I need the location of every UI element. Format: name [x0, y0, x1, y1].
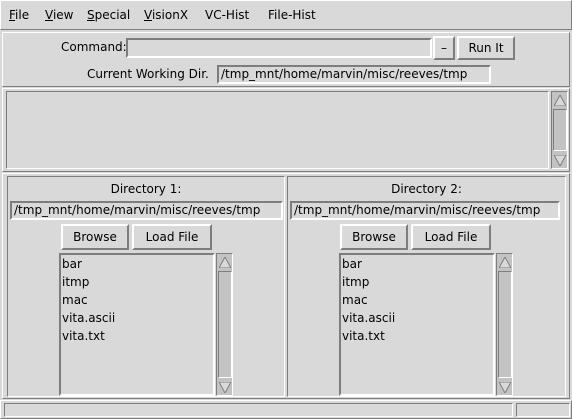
list-item[interactable]: vita.ascii	[341, 309, 493, 327]
status-message	[4, 403, 513, 417]
directory-1-browse-button[interactable]: Browse	[61, 224, 129, 250]
list-item[interactable]: vita.txt	[61, 327, 213, 345]
menu-bar: File View Special VisionX VC-Hist File-H…	[0, 0, 572, 30]
directory-2-panel: Directory 2: /tmp_mnt/home/marvin/misc/r…	[287, 176, 566, 397]
directory-1-load-file-button[interactable]: Load File	[132, 224, 212, 250]
directories-panel: Directory 1: /tmp_mnt/home/marvin/misc/r…	[2, 173, 570, 399]
command-panel: Command: – Run It Current Working Dir. /…	[2, 32, 570, 87]
up-arrow-icon[interactable]	[553, 93, 567, 107]
directory-2-scrollbar[interactable]	[496, 253, 513, 396]
directory-1-file-list[interactable]: bar itmp mac vita.ascii vita.txt	[59, 253, 215, 396]
directory-2-title: Directory 2:	[391, 182, 462, 196]
down-arrow-icon[interactable]	[553, 153, 567, 167]
output-scrollbar[interactable]	[551, 91, 568, 169]
directory-1-panel: Directory 1: /tmp_mnt/home/marvin/misc/r…	[7, 176, 285, 397]
up-arrow-icon[interactable]	[498, 255, 512, 269]
scroll-trough[interactable]	[553, 109, 567, 151]
down-arrow-icon[interactable]	[498, 380, 512, 394]
menu-view[interactable]: View	[45, 7, 73, 23]
output-panel	[2, 88, 570, 172]
menu-visionx[interactable]: VisionX	[144, 7, 188, 23]
directory-1-scrollbar[interactable]	[216, 253, 233, 396]
directory-2-file-list[interactable]: bar itmp mac vita.ascii vita.txt	[339, 253, 495, 396]
list-item[interactable]: vita.ascii	[61, 309, 213, 327]
command-label: Command:	[61, 40, 127, 54]
menu-vc-hist[interactable]: VC-Hist	[205, 7, 249, 23]
down-arrow-icon[interactable]	[218, 380, 232, 394]
directory-2-load-file-button[interactable]: Load File	[411, 224, 491, 250]
menu-file-hist[interactable]: File-Hist	[268, 7, 316, 23]
directory-2-browse-button[interactable]: Browse	[340, 224, 408, 250]
menu-file[interactable]: File	[9, 7, 29, 23]
list-item[interactable]: vita.txt	[341, 327, 493, 345]
cwd-field: /tmp_mnt/home/marvin/misc/reeves/tmp	[217, 65, 491, 84]
list-item[interactable]: bar	[61, 255, 213, 273]
list-item[interactable]: bar	[341, 255, 493, 273]
list-item[interactable]: itmp	[341, 273, 493, 291]
status-bar	[0, 400, 572, 419]
up-arrow-icon[interactable]	[218, 255, 232, 269]
directory-2-path[interactable]: /tmp_mnt/home/marvin/misc/reeves/tmp	[290, 201, 560, 220]
menu-special[interactable]: Special	[87, 7, 130, 23]
list-item[interactable]: mac	[341, 291, 493, 309]
status-indicator	[516, 403, 570, 417]
scroll-trough[interactable]	[218, 271, 232, 378]
command-dash-button[interactable]: –	[433, 36, 455, 60]
directory-1-path[interactable]: /tmp_mnt/home/marvin/misc/reeves/tmp	[10, 201, 283, 220]
directory-1-title: Directory 1:	[110, 182, 182, 196]
scroll-trough[interactable]	[498, 271, 512, 378]
list-item[interactable]: mac	[61, 291, 213, 309]
cwd-label: Current Working Dir.	[87, 67, 209, 81]
run-it-button[interactable]: Run It	[457, 36, 515, 60]
list-item[interactable]: itmp	[61, 273, 213, 291]
command-input[interactable]	[126, 38, 432, 58]
output-text-area[interactable]	[6, 91, 549, 169]
